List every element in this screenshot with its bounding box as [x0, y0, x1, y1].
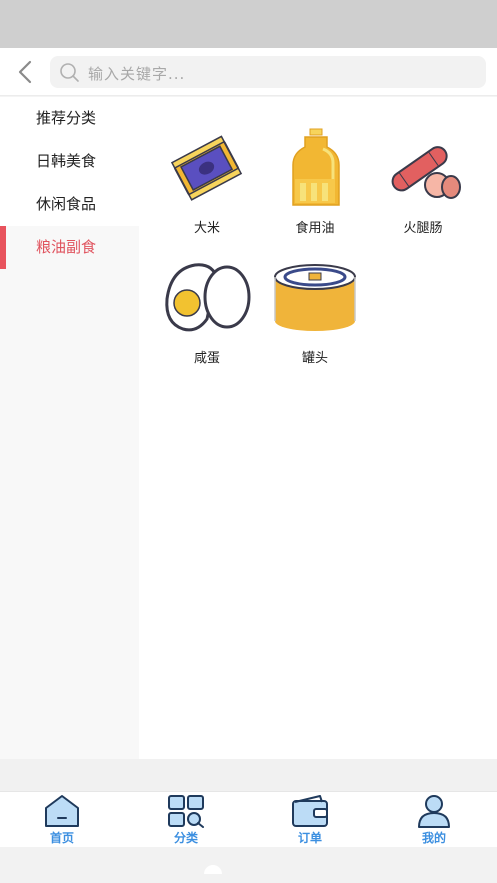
user-icon: [418, 795, 450, 828]
canned-food-icon: [274, 264, 356, 331]
sidebar-item-recommended[interactable]: 推荐分类: [0, 97, 139, 140]
rice-bag-icon: [170, 135, 243, 201]
sidebar-item-grain-oil[interactable]: 粮油副食: [0, 226, 139, 269]
tab-profile[interactable]: 我的: [403, 794, 465, 848]
sidebar-item-label: 休闲食品: [36, 195, 97, 213]
wallet-icon: [292, 795, 328, 827]
tab-label: 我的: [421, 831, 446, 845]
product-grid: 大米 食用油 火腿肠 咸蛋 罐头: [139, 97, 497, 759]
sidebar-item-label: 推荐分类: [36, 109, 97, 127]
category-sidebar: 推荐分类 日韩美食 休闲食品 粮油副食: [0, 97, 139, 759]
status-bar: [0, 0, 497, 48]
product-item[interactable]: 咸蛋: [153, 257, 261, 366]
category-icon: [168, 795, 204, 828]
product-item[interactable]: 罐头: [261, 257, 369, 366]
product-name: 罐头: [301, 351, 328, 366]
tab-home[interactable]: 首页: [31, 794, 93, 848]
bottom-spacer: [0, 759, 497, 791]
search-input[interactable]: 输入关键字...: [50, 56, 486, 88]
product-item[interactable]: 食用油: [261, 127, 369, 236]
search-icon: [60, 63, 79, 82]
product-item[interactable]: 火腿肠: [369, 127, 477, 236]
salted-egg-icon: [165, 263, 251, 332]
tab-label: 分类: [173, 831, 198, 845]
tab-category[interactable]: 分类: [155, 794, 217, 848]
sausage-icon: [391, 146, 461, 199]
tab-orders[interactable]: 订单: [279, 794, 341, 848]
bottom-tabbar: 首页 分类 订单 我的: [0, 791, 497, 847]
chevron-left-icon: [18, 60, 32, 84]
sidebar-item-japanese-korean[interactable]: 日韩美食: [0, 140, 139, 183]
search-placeholder: 输入关键字...: [88, 65, 186, 83]
tab-label: 首页: [49, 831, 74, 845]
system-nav-bar: [0, 847, 497, 883]
sidebar-item-label: 粮油副食: [36, 238, 97, 256]
product-name: 大米: [193, 221, 220, 236]
oil-bottle-icon: [292, 128, 340, 206]
product-name: 食用油: [295, 221, 335, 236]
product-name: 火腿肠: [403, 221, 443, 236]
sidebar-item-label: 日韩美食: [36, 152, 97, 170]
back-button[interactable]: [10, 58, 40, 86]
tab-label: 订单: [297, 831, 322, 845]
sidebar-item-snacks[interactable]: 休闲食品: [0, 183, 139, 226]
home-icon: [45, 795, 79, 827]
product-name: 咸蛋: [193, 351, 220, 366]
product-item[interactable]: 大米: [153, 127, 261, 236]
header: 输入关键字...: [0, 48, 497, 96]
